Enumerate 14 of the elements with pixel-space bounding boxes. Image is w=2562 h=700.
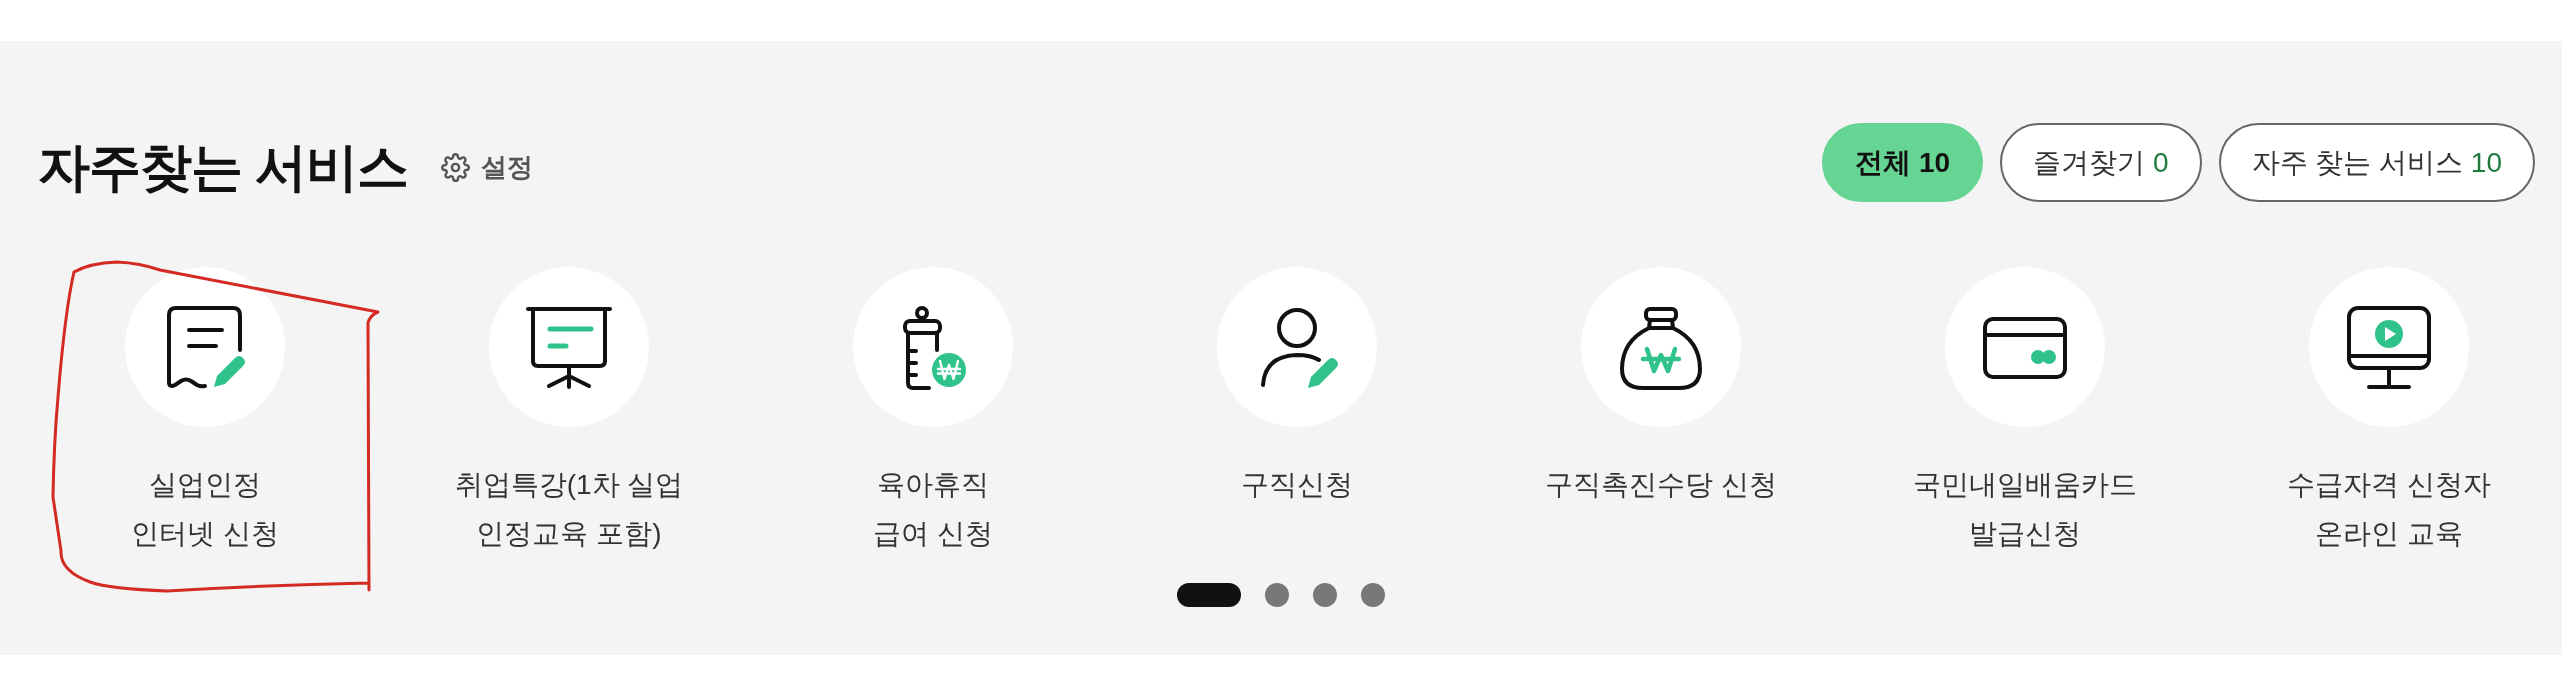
filter-tab[interactable]: 전체 10 [1822,123,1984,202]
section-title: 자주찾는 서비스 [38,137,409,198]
service-link[interactable]: 구직촉진수당 신청 [1545,267,1777,509]
page-indicator[interactable] [1177,583,1241,607]
service-link[interactable]: 육아휴직 급여 신청 [853,267,1013,558]
service-link[interactable]: 구직신청 [1217,267,1377,509]
service-link[interactable]: 취업특강(1차 실업 인정교육 포함) [454,267,684,558]
settings-button[interactable]: 설정 [441,149,534,185]
service-link[interactable]: 실업인정 인터넷 신청 [125,267,285,558]
service-link[interactable]: 수급자격 신청자 온라인 교육 [2287,267,2491,558]
service-link[interactable]: 국민내일배움카드 발급신청 [1913,267,2137,558]
settings-icon [441,152,471,182]
filter-tab[interactable]: 자주 찾는 서비스 10 [2218,123,2535,202]
filter-tab[interactable]: 즐겨찾기 0 [2000,123,2202,202]
